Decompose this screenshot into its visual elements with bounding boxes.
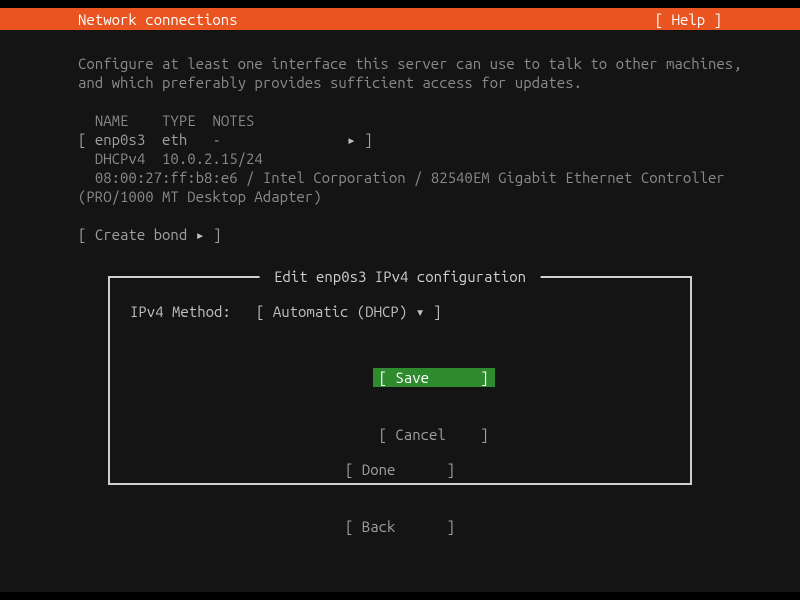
chevron-right-icon: ▸	[196, 226, 205, 243]
iface-row-enp0s3[interactable]: [ enp0s3 eth - ▸ ]	[78, 130, 722, 149]
intro-line-1: Configure at least one interface this se…	[78, 54, 722, 73]
iface-hw-line: 08:00:27:ff:b8:e6 / Intel Corporation / …	[78, 168, 722, 187]
create-bond-button[interactable]: [ Create bond ▸ ]	[78, 225, 722, 244]
page-title: Network connections	[78, 10, 238, 29]
iface-table-header: NAME TYPE NOTES	[78, 111, 722, 130]
help-button[interactable]: [ Help ]	[655, 10, 722, 29]
ipv4-method-row: IPv4 Method: [ Automatic (DHCP) ▾ ]	[130, 302, 670, 321]
dialog-title: Edit enp0s3 IPv4 configuration	[260, 267, 541, 286]
header-bar: Network connections [ Help ]	[0, 8, 800, 30]
iface-hw-line-2: (PRO/1000 MT Desktop Adapter)	[78, 187, 722, 206]
done-button[interactable]: [ Done ]	[339, 460, 461, 479]
intro-line-2: and which preferably provides sufficient…	[78, 73, 722, 92]
ipv4-method-select[interactable]: [ Automatic (DHCP) ▾ ]	[256, 303, 441, 320]
save-button[interactable]: [ Save ]	[373, 368, 495, 387]
caret-down-icon: ▾	[416, 303, 425, 320]
back-button[interactable]: [ Back ]	[339, 517, 461, 536]
iface-dhcp-line: DHCPv4 10.0.2.15/24	[78, 149, 722, 168]
chevron-right-icon: ▸	[347, 131, 356, 148]
footer-nav: [ Done ] [ Back ]	[0, 422, 800, 574]
